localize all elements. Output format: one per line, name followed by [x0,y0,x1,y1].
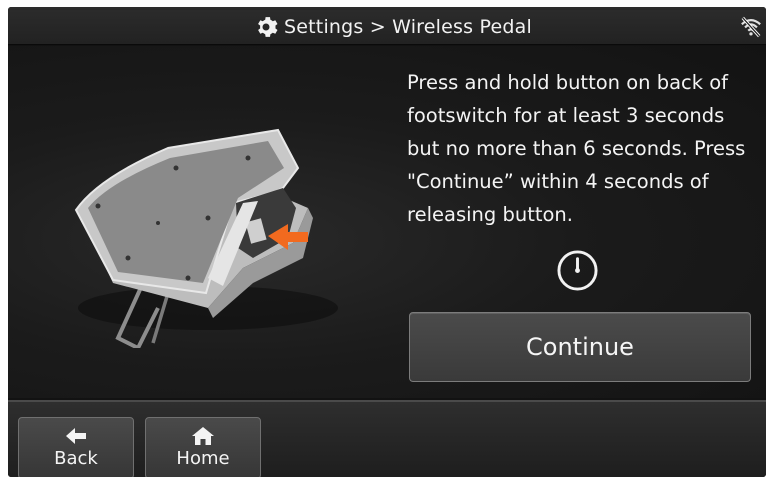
bottom-nav-bar: Back Home [8,400,766,477]
wifi-off-icon [741,16,761,38]
device-screen: Settings > Wireless Pedal Press and hold… [8,7,766,477]
home-button[interactable]: Home [145,417,261,477]
home-icon [192,427,214,445]
title-wrap: Settings > Wireless Pedal [254,14,532,40]
title-bar: Settings > Wireless Pedal [8,7,766,45]
content-area: Press and hold button on back of footswi… [8,46,766,398]
clock-icon [557,250,598,291]
gear-icon [258,17,278,37]
back-button[interactable]: Back [18,417,134,477]
arrow-left-icon [66,428,86,444]
page-title: Settings > Wireless Pedal [284,16,532,38]
back-label: Back [54,448,98,469]
continue-button[interactable]: Continue [409,312,751,382]
top-strip [0,0,768,7]
home-label: Home [176,448,230,469]
instructions-text: Press and hold button on back of footswi… [407,71,746,226]
footswitch-pedal-image [74,128,338,348]
